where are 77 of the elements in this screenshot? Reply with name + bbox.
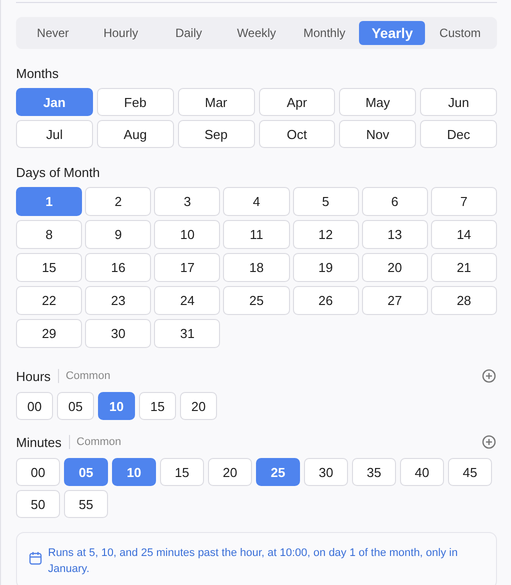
day-option[interactable]: 25 [223,286,290,315]
day-option[interactable]: 3 [154,187,220,216]
month-option[interactable]: Sep [178,120,254,148]
minute-option[interactable]: 35 [352,458,396,486]
minute-option[interactable]: 05 [64,458,108,486]
minute-option[interactable]: 15 [160,458,204,486]
day-option[interactable]: 19 [292,253,359,282]
day-option[interactable]: 7 [430,187,497,216]
frequency-tab[interactable]: Monthly [291,21,358,45]
day-option[interactable]: 9 [85,220,152,249]
day-option[interactable]: 20 [362,253,428,282]
frequency-tab[interactable]: Yearly [359,21,426,45]
day-option[interactable]: 12 [292,220,359,249]
day-option[interactable]: 22 [16,286,82,315]
summary-text: Runs at 5, 10, and 25 minutes past the hour, at 10:00, on day 1 of the month, only in January. [48,546,459,577]
section-subtitle: Common [66,370,110,382]
day-option[interactable]: 13 [362,220,428,249]
minute-option[interactable]: 45 [448,458,492,486]
section-title: Hours [16,368,51,384]
day-option[interactable]: 16 [85,253,152,282]
month-option[interactable]: May [339,88,416,116]
minute-option[interactable]: 50 [16,490,60,518]
day-option[interactable]: 15 [16,253,82,282]
day-option[interactable]: 2 [85,187,152,216]
day-option[interactable]: 28 [430,286,497,315]
section-subtitle: Common [76,436,122,448]
day-option[interactable]: 17 [154,253,220,282]
day-option[interactable]: 1 [16,187,82,216]
hour-option[interactable]: 15 [139,392,176,420]
minute-option[interactable]: 00 [16,458,60,486]
day-option[interactable]: 18 [223,253,290,282]
day-option[interactable]: 6 [362,187,428,216]
day-option[interactable]: 11 [223,220,290,249]
month-option[interactable]: Mar [178,88,254,116]
day-option[interactable]: 24 [154,286,220,315]
minute-option[interactable]: 10 [112,458,156,486]
frequency-tab[interactable]: Never [20,21,86,45]
month-option[interactable]: Jan [16,88,93,116]
day-option[interactable]: 10 [154,220,220,249]
hour-option[interactable]: 05 [57,392,94,420]
day-option[interactable]: 29 [16,319,82,348]
day-option[interactable]: 21 [430,253,497,282]
frequency-tab[interactable]: Daily [156,21,222,45]
minute-option[interactable]: 55 [64,490,108,518]
day-option[interactable]: 4 [223,187,290,216]
minute-option[interactable]: 20 [208,458,252,486]
hour-option[interactable]: 10 [98,392,135,420]
minute-option[interactable]: 30 [304,458,348,486]
minute-option[interactable]: 25 [256,458,300,486]
frequency-tab[interactable]: Hourly [88,21,154,45]
month-option[interactable]: Feb [96,88,174,116]
add-icon[interactable] [482,369,496,383]
month-option[interactable]: Jun [420,88,497,116]
day-option[interactable]: 8 [16,220,82,249]
month-option[interactable]: Oct [258,120,336,148]
hour-option[interactable]: 00 [16,392,53,420]
month-option[interactable]: Aug [96,120,174,148]
section-title: Minutes [16,434,62,450]
day-option[interactable]: 5 [292,187,359,216]
hour-option[interactable]: 20 [180,392,217,420]
month-option[interactable]: Nov [339,120,416,148]
month-option[interactable]: Jul [16,120,93,148]
day-option[interactable]: 31 [154,319,220,348]
day-option[interactable]: 30 [85,319,152,348]
day-option[interactable]: 14 [430,220,497,249]
frequency-tab[interactable]: Weekly [224,21,290,45]
section-title: Months [16,66,60,81]
section-title: Days of Month [16,165,101,180]
frequency-tab[interactable]: Custom [427,21,494,45]
day-option[interactable]: 27 [362,286,428,315]
month-option[interactable]: Apr [258,88,336,116]
day-option[interactable]: 23 [85,286,152,315]
month-option[interactable]: Dec [420,120,497,148]
calendar-icon [29,551,42,565]
add-icon[interactable] [482,435,496,449]
day-option[interactable]: 26 [292,286,359,315]
minute-option[interactable]: 40 [400,458,444,486]
